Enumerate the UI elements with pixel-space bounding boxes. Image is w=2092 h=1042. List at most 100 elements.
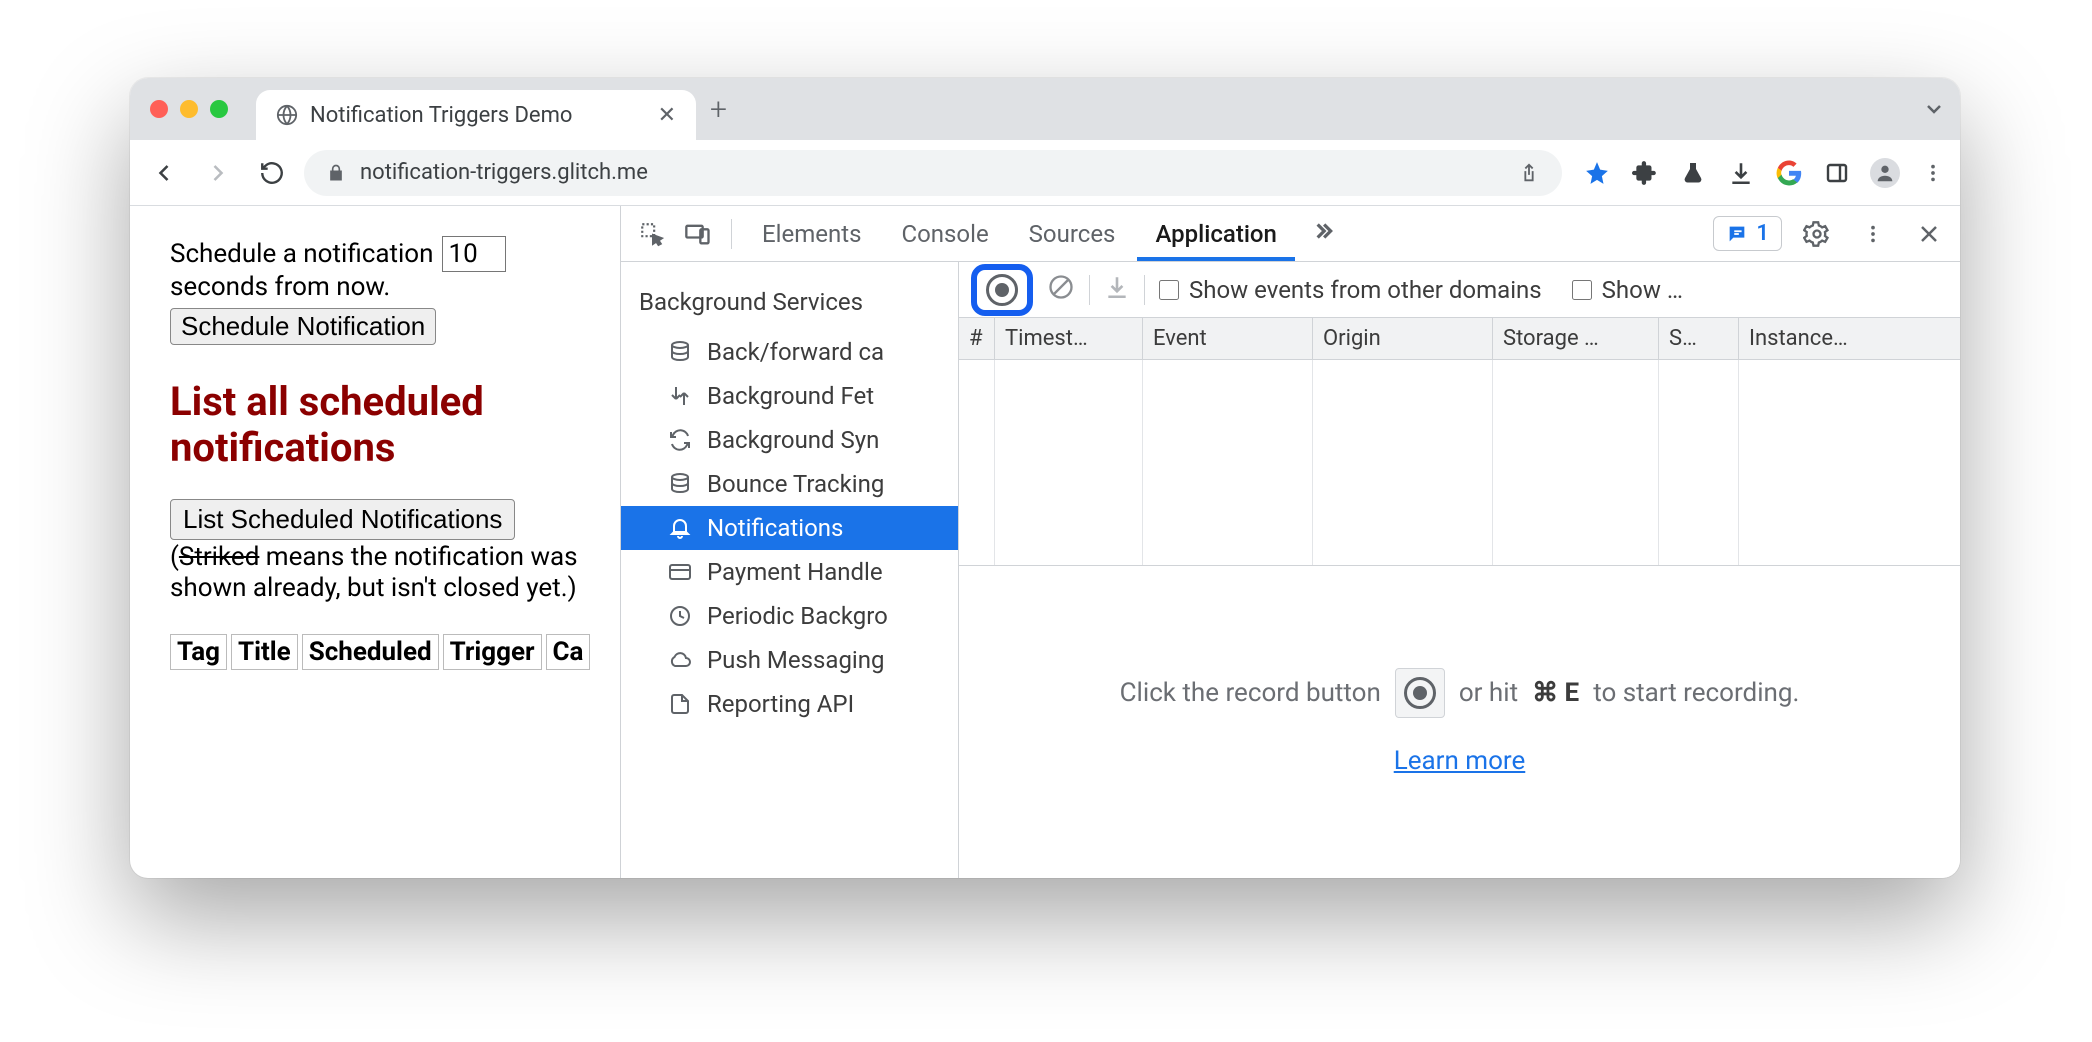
tab-strip: Notification Triggers Demo ✕ + — [130, 78, 1960, 140]
back-button[interactable] — [142, 151, 186, 195]
list-notifications-button[interactable]: List Scheduled Notifications — [170, 499, 515, 540]
new-tab-button[interactable]: + — [710, 92, 727, 127]
seconds-input[interactable] — [442, 236, 506, 272]
col-timestamp[interactable]: Timest… — [995, 318, 1143, 359]
th-tag: Tag — [170, 634, 227, 670]
checkbox-input[interactable] — [1159, 280, 1179, 300]
sidebar-item-bounce-tracking[interactable]: Bounce Tracking — [621, 462, 958, 506]
share-icon[interactable] — [1518, 162, 1540, 184]
close-devtools-icon[interactable] — [1908, 222, 1950, 246]
web-page: Schedule a notification seconds from now… — [130, 206, 620, 878]
close-window-icon[interactable] — [150, 100, 168, 118]
empty-suffix: to start recording. — [1593, 678, 1799, 708]
devtools-kebab-icon[interactable] — [1852, 223, 1894, 245]
record-button-highlight — [971, 264, 1033, 316]
record-icon-inline — [1395, 668, 1445, 718]
url-text: notification-triggers.glitch.me — [360, 160, 648, 185]
sync-icon — [667, 428, 693, 452]
sidebar-item-label: Notifications — [707, 514, 843, 542]
col-origin[interactable]: Origin — [1313, 318, 1493, 359]
sidebar-item-back-forward-cache[interactable]: Back/forward ca — [621, 330, 958, 374]
toolbar-right — [1572, 158, 1948, 188]
sidebar-item-label: Bounce Tracking — [707, 470, 884, 498]
learn-more-link[interactable]: Learn more — [1394, 746, 1526, 776]
sidebar-item-background-fetch[interactable]: Background Fet — [621, 374, 958, 418]
striked-note: (Striked means the notification was show… — [170, 542, 610, 604]
fetch-icon — [667, 384, 693, 408]
devtools-content: Background Services Back/forward ca Back… — [621, 262, 1960, 878]
labs-icon[interactable] — [1678, 158, 1708, 188]
page-heading: List all scheduled notifications — [170, 379, 610, 471]
sidebar-item-label: Periodic Backgro — [707, 602, 888, 630]
sidebar-item-notifications[interactable]: Notifications — [621, 506, 958, 550]
tab-sources[interactable]: Sources — [1011, 206, 1134, 261]
sidebar-item-payment-handler[interactable]: Payment Handle — [621, 550, 958, 594]
minimize-window-icon[interactable] — [180, 100, 198, 118]
checkbox-label: Show … — [1602, 276, 1683, 304]
empty-state: Click the record button or hit ⌘ E to st… — [959, 566, 1960, 878]
sidebar-category: Background Services — [621, 284, 958, 320]
clear-button[interactable] — [1047, 273, 1075, 307]
window-controls — [144, 100, 228, 118]
sidebar-item-background-sync[interactable]: Background Syn — [621, 418, 958, 462]
forward-button[interactable] — [196, 151, 240, 195]
tab-application[interactable]: Application — [1137, 206, 1294, 261]
sidebar-item-push-messaging[interactable]: Push Messaging — [621, 638, 958, 682]
sidebar-item-reporting-api[interactable]: Reporting API — [621, 682, 958, 726]
th-ca: Ca — [546, 634, 591, 670]
col-number[interactable]: # — [959, 318, 995, 359]
kebab-menu-icon[interactable] — [1918, 158, 1948, 188]
maximize-window-icon[interactable] — [210, 100, 228, 118]
schedule-notification-button[interactable]: Schedule Notification — [170, 308, 436, 345]
devtools-panel: Elements Console Sources Application 1 — [620, 206, 1960, 878]
profile-avatar[interactable] — [1870, 158, 1900, 188]
application-main: Show events from other domains Show … # … — [959, 262, 1960, 878]
schedule-label-b: seconds from now. — [170, 272, 610, 302]
th-trigger: Trigger — [443, 634, 542, 670]
empty-middle: or hit — [1459, 678, 1518, 708]
col-s[interactable]: S… — [1659, 318, 1739, 359]
tab-console[interactable]: Console — [883, 206, 1006, 261]
sidebar-item-label: Background Syn — [707, 426, 879, 454]
close-tab-icon[interactable]: ✕ — [658, 103, 676, 128]
extensions-icon[interactable] — [1630, 158, 1660, 188]
database-icon — [667, 472, 693, 496]
sidebar-item-label: Payment Handle — [707, 558, 883, 586]
empty-prefix: Click the record button — [1120, 678, 1381, 708]
tab-elements[interactable]: Elements — [744, 206, 879, 261]
address-bar[interactable]: notification-triggers.glitch.me — [304, 150, 1562, 196]
clock-icon — [667, 604, 693, 628]
notifications-table-header: Tag Title Scheduled Trigger Ca — [170, 634, 610, 670]
card-icon — [667, 560, 693, 584]
downloads-icon[interactable] — [1726, 158, 1756, 188]
document-icon — [667, 692, 693, 716]
events-table-body — [959, 360, 1960, 566]
content-area: Schedule a notification seconds from now… — [130, 206, 1960, 878]
checkbox-input[interactable] — [1572, 280, 1592, 300]
empty-shortcut: ⌘ E — [1532, 678, 1579, 708]
tab-overflow-icon[interactable] — [1922, 97, 1946, 121]
show-other-domains-checkbox[interactable]: Show events from other domains — [1159, 276, 1542, 304]
col-instance[interactable]: Instance… — [1739, 318, 1960, 359]
settings-gear-icon[interactable] — [1796, 220, 1838, 248]
sidebar-item-label: Back/forward ca — [707, 338, 884, 366]
issues-count: 1 — [1756, 221, 1769, 246]
issues-button[interactable]: 1 — [1713, 216, 1782, 251]
browser-toolbar: notification-triggers.glitch.me — [130, 140, 1960, 206]
col-storage[interactable]: Storage … — [1493, 318, 1659, 359]
bell-icon — [667, 516, 693, 540]
bookmark-star-icon[interactable] — [1582, 158, 1612, 188]
sidebar-item-label: Reporting API — [707, 690, 854, 718]
side-panel-icon[interactable] — [1822, 158, 1852, 188]
save-events-button[interactable] — [1104, 274, 1130, 306]
device-toolbar-icon[interactable] — [677, 220, 719, 248]
show-truncated-checkbox[interactable]: Show … — [1572, 276, 1683, 304]
more-tabs-icon[interactable] — [1299, 218, 1345, 250]
reload-button[interactable] — [250, 151, 294, 195]
inspect-element-icon[interactable] — [631, 221, 673, 247]
col-event[interactable]: Event — [1143, 318, 1313, 359]
record-button[interactable] — [986, 274, 1018, 306]
browser-tab[interactable]: Notification Triggers Demo ✕ — [256, 90, 696, 140]
google-account-icon[interactable] — [1774, 158, 1804, 188]
sidebar-item-periodic-background-sync[interactable]: Periodic Backgro — [621, 594, 958, 638]
